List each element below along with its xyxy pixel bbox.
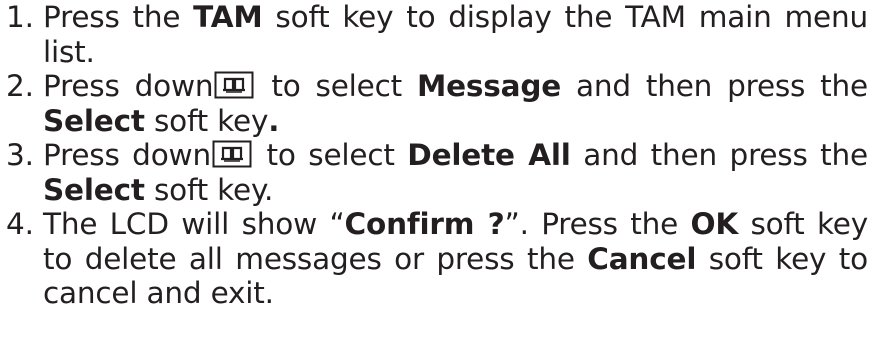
step-text: Press the TAM soft key to display the TA…	[43, 0, 868, 69]
instruction-list: 1. Press the TAM soft key to display the…	[6, 0, 868, 311]
step-text: Press down to select Delete All and then…	[43, 138, 868, 207]
keyword-select: Select	[43, 103, 145, 138]
step-text: Press down to select Message and then pr…	[43, 69, 868, 138]
phonebook-key-icon	[212, 140, 252, 168]
keyword-cancel: Cancel	[587, 241, 697, 276]
step-number: 1.	[6, 0, 34, 34]
text-run: .	[268, 103, 280, 138]
keyword-delete-all: Delete All	[407, 138, 571, 172]
step-4: 4. The LCD will show “Confirm ?”. Press …	[6, 207, 868, 311]
text-run: soft key.	[144, 172, 274, 207]
text-run: and then press the	[561, 69, 868, 103]
step-line: list.	[43, 35, 868, 70]
step-1: 1. Press the TAM soft key to display the…	[6, 0, 868, 69]
text-run: Press down	[43, 138, 211, 172]
step-line: cancel and exit.	[43, 276, 868, 311]
text-run: soft key to display the TAM main menu	[262, 0, 868, 34]
text-run: soft key to	[696, 241, 869, 276]
keyword-ok: OK	[690, 207, 739, 241]
step-number: 2.	[6, 69, 34, 103]
text-run: The LCD will show “	[43, 207, 345, 241]
step-number: 4.	[6, 207, 34, 241]
step-line: Select soft key.	[43, 104, 868, 139]
step-line: Press down to select Delete All and then…	[43, 138, 868, 173]
text-run: Press the	[43, 0, 194, 34]
text-run: soft key	[738, 207, 868, 241]
step-3: 3. Press down to select Delete All and t…	[6, 138, 868, 207]
text-run: to select	[256, 69, 417, 103]
text-run: list.	[43, 34, 95, 69]
text-run: cancel and exit.	[43, 276, 274, 310]
text-run: and then press the	[570, 138, 868, 172]
step-text: The LCD will show “Confirm ?”. Press the…	[43, 207, 868, 311]
text-run: Press down	[43, 69, 214, 103]
step-number: 3.	[6, 138, 34, 172]
text-run: to select	[253, 138, 408, 172]
step-line: Press the TAM soft key to display the TA…	[43, 0, 868, 35]
keyword-message: Message	[416, 69, 562, 103]
step-line: Press down to select Message and then pr…	[43, 69, 868, 104]
step-line: The LCD will show “Confirm ?”. Press the…	[43, 207, 868, 242]
text-run: ”. Press the	[504, 207, 691, 241]
keyword-tam: TAM	[193, 0, 263, 34]
step-2: 2. Press down to select Message and then…	[6, 69, 868, 138]
phonebook-key-icon	[214, 71, 254, 99]
step-line: Select soft key.	[43, 173, 868, 208]
keyword-confirm: Confirm ?	[344, 207, 505, 241]
step-line: to delete all messages or press the Canc…	[43, 242, 868, 277]
keyword-select: Select	[43, 172, 145, 207]
text-run: to delete all messages or press the	[43, 241, 588, 276]
text-run: soft key	[144, 103, 269, 138]
